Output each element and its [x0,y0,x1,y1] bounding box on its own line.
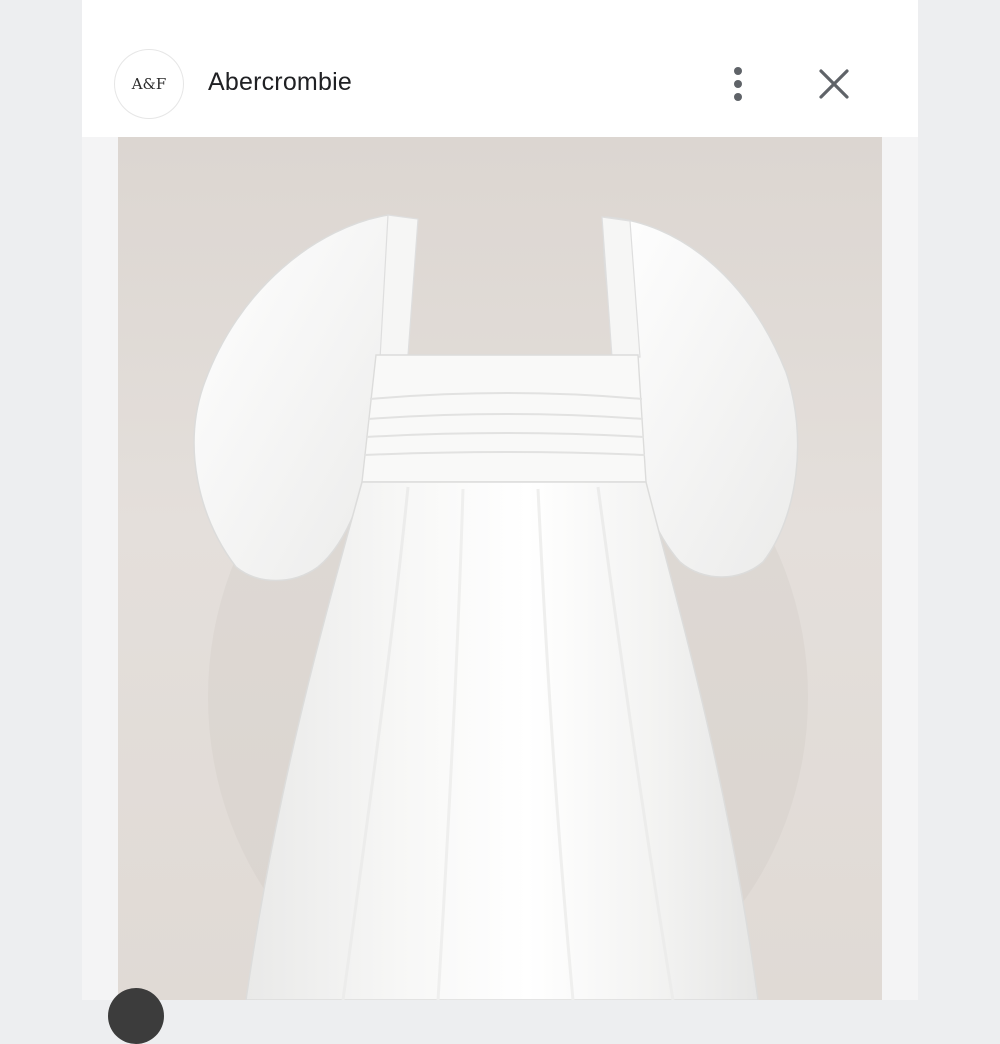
brand-avatar[interactable]: A&F [115,50,183,118]
more-vert-icon [734,67,742,101]
dress-illustration [193,214,808,1000]
close-icon [819,69,849,99]
more-options-button[interactable] [720,64,756,104]
close-button[interactable] [812,62,856,106]
floating-action-button[interactable] [108,988,164,1044]
product-image[interactable] [118,137,882,1000]
brand-name[interactable]: Abercrombie [208,68,352,97]
brand-logo: A&F [129,64,169,104]
